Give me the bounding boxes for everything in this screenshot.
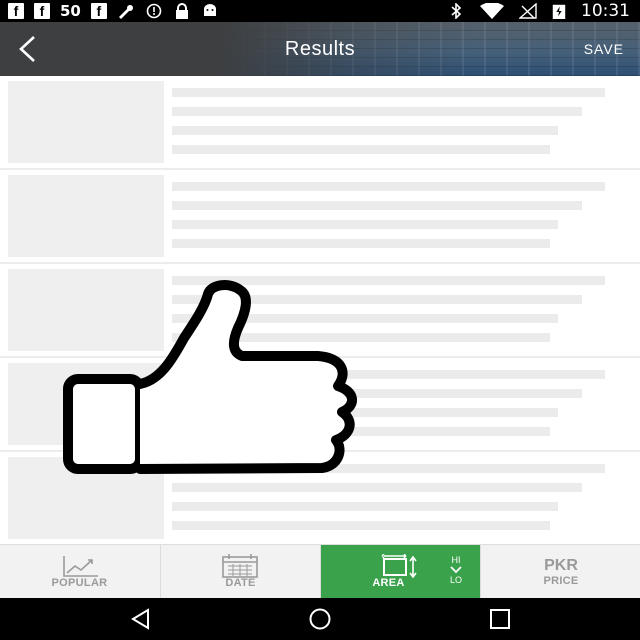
android-icon	[203, 4, 216, 16]
alarm-icon	[146, 3, 162, 19]
text-placeholder	[172, 201, 582, 210]
no-signal-icon	[519, 3, 537, 19]
chevron-down-icon	[450, 566, 462, 574]
lock-icon	[175, 3, 188, 19]
signal-text: 50	[60, 2, 81, 20]
text-placeholder	[172, 239, 550, 248]
thumbs-up-icon	[63, 280, 357, 474]
sort-popular-button[interactable]: POPULAR	[0, 545, 159, 599]
sort-date-button[interactable]: DATE	[160, 545, 320, 599]
page-title: Results	[284, 38, 356, 60]
status-bar: f f 50 f 10:31	[0, 0, 640, 22]
text-placeholder	[172, 126, 558, 135]
hi-label: HI	[451, 555, 461, 565]
battery-icon	[552, 4, 566, 19]
recents-square-icon[interactable]	[487, 607, 513, 631]
area-resize-icon	[381, 554, 417, 578]
list-item[interactable]	[0, 170, 640, 264]
sort-area-label: AREA	[372, 577, 405, 589]
text-placeholder	[172, 88, 605, 97]
clock: 10:31	[581, 1, 630, 21]
text-placeholder	[172, 182, 605, 191]
text-placeholder	[172, 220, 558, 229]
sort-price-label: PRICE	[543, 575, 579, 587]
thumbnail-placeholder	[8, 175, 164, 257]
back-triangle-icon[interactable]	[128, 607, 154, 631]
fav-icon	[118, 5, 133, 19]
app-header: Results SAVE	[0, 22, 640, 76]
sort-date-label: DATE	[225, 577, 256, 589]
list-item[interactable]	[0, 76, 640, 170]
save-button[interactable]: SAVE	[584, 22, 624, 76]
text-placeholder	[172, 107, 582, 116]
text-placeholder	[172, 521, 550, 530]
text-placeholder	[172, 145, 550, 154]
sort-popular-label: POPULAR	[51, 577, 108, 589]
home-circle-icon[interactable]	[306, 607, 334, 631]
hi-lo-indicator: HI LO	[449, 555, 463, 585]
sort-bar: POPULAR DATE AREA HI LO PKR PRICE	[0, 544, 640, 599]
trending-chart-icon	[63, 556, 98, 577]
system-nav-bar	[0, 598, 640, 640]
thumbnail-placeholder	[8, 81, 164, 163]
sort-area-button[interactable]: AREA HI LO	[320, 545, 480, 599]
text-placeholder	[172, 502, 558, 511]
sort-price-button[interactable]: PKR PRICE	[480, 545, 640, 599]
wifi-icon	[480, 3, 504, 19]
calendar-icon	[222, 554, 258, 578]
currency-label: PKR	[544, 557, 578, 574]
lo-label: LO	[449, 575, 462, 585]
facebook-icon: f	[34, 3, 50, 19]
facebook-icon: f	[8, 3, 24, 19]
bluetooth-icon	[451, 3, 462, 19]
facebook-icon: f	[90, 3, 107, 19]
